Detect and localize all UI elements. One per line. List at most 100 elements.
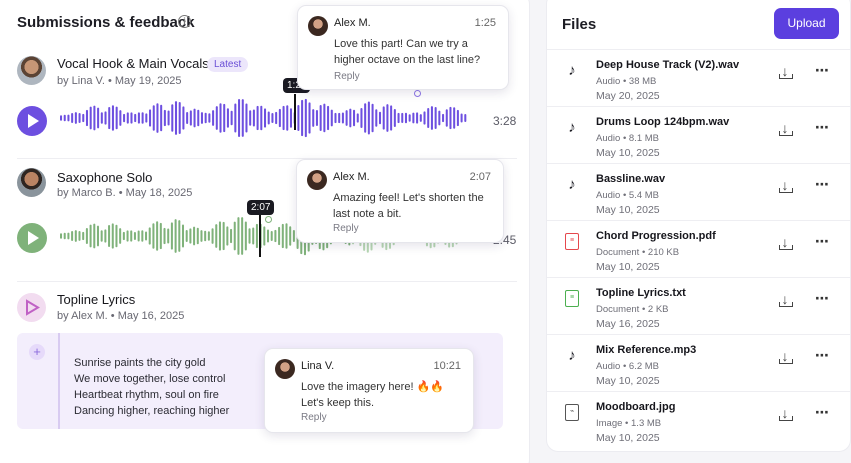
more-options-icon[interactable]: ⋯: [815, 233, 830, 250]
download-icon[interactable]: ↓: [777, 119, 793, 137]
download-icon[interactable]: ↓: [777, 290, 793, 308]
music-note-icon: ♪: [568, 119, 576, 136]
play-button[interactable]: [17, 106, 47, 136]
lyric-line: We move together, lose control: [74, 373, 226, 385]
playhead-marker: [294, 94, 296, 130]
file-row[interactable]: ≡ Topline Lyrics.txt Document • 2 KB May 16…: [547, 277, 850, 333]
file-meta: Document • 2 KB: [596, 304, 669, 315]
reply-link[interactable]: Reply: [334, 71, 360, 82]
waveform-bar: [189, 228, 192, 244]
waveform-bar: [241, 99, 244, 137]
waveform-bar: [244, 221, 247, 251]
comment-pin-icon[interactable]: [265, 216, 272, 223]
more-options-icon[interactable]: ⋯: [815, 62, 830, 79]
waveform[interactable]: [60, 96, 468, 146]
waveform-bar: [196, 227, 199, 245]
waveform-bar: [341, 112, 344, 124]
file-type: Document: [596, 304, 640, 315]
file-meta: Audio • 38 MB: [596, 76, 657, 87]
more-options-icon[interactable]: ⋯: [815, 404, 830, 421]
file-row[interactable]: ≡ Chord Progression.pdf Document • 210 KB M…: [547, 220, 850, 276]
comment-author: Alex M.: [333, 171, 370, 183]
more-options-icon[interactable]: ⋯: [815, 119, 830, 136]
plus-icon[interactable]: +: [29, 344, 45, 360]
file-row[interactable]: ♪ Bassline.wav Audio • 5.4 MB May 10, 2025 ↓…: [547, 163, 850, 219]
waveform-bar: [445, 109, 448, 127]
waveform-bar: [345, 110, 348, 126]
waveform-bar: [71, 231, 74, 241]
waveform-bar: [193, 226, 196, 246]
waveform-bar: [304, 98, 307, 138]
waveform-bar: [427, 107, 430, 129]
waveform-bar: [356, 113, 359, 123]
waveform-bar: [78, 231, 81, 241]
waveform-bar: [130, 112, 133, 124]
waveform-bar: [141, 112, 144, 124]
waveform-bar: [301, 99, 304, 137]
reply-link[interactable]: Reply: [333, 223, 359, 234]
files-title: Files: [562, 16, 597, 33]
waveform-bar: [100, 112, 103, 124]
waveform-bar: [159, 222, 162, 250]
pdf-icon: ≡: [565, 233, 579, 250]
download-icon[interactable]: ↓: [777, 62, 793, 80]
comment-card: Lina V. 10:21 Love the imagery here! 🔥🔥 …: [264, 348, 474, 433]
lyrics-bar: [58, 333, 60, 429]
file-size: 38 MB: [628, 76, 657, 87]
avatar: [17, 168, 46, 197]
waveform-bar: [197, 109, 200, 127]
waveform-bar: [371, 103, 374, 133]
download-icon[interactable]: ↓: [777, 176, 793, 194]
reply-link[interactable]: Reply: [301, 412, 327, 423]
play-button[interactable]: [17, 223, 47, 253]
waveform-bar: [185, 230, 188, 242]
files-panel: Files Upload ♪ Deep House Track (V2).wav A…: [546, 0, 851, 452]
comment-text: Love this part! Can we try a higher octa…: [334, 38, 481, 66]
playhead-marker: [259, 212, 261, 257]
waveform-bar: [397, 112, 400, 124]
waveform-bar: [211, 228, 214, 244]
file-meta: Image • 1.3 MB: [596, 418, 662, 429]
file-row[interactable]: ♪ Deep House Track (V2).wav Audio • 38 MB M…: [547, 49, 850, 105]
file-name: Moodboard.jpg: [596, 401, 676, 413]
waveform-bar: [241, 217, 244, 255]
download-icon[interactable]: ↓: [777, 233, 793, 251]
waveform-bar: [330, 109, 333, 127]
file-row[interactable]: ⌁ Moodboard.jpg Image • 1.3 MB May 10, 2025…: [547, 391, 850, 447]
submission-meta: by Alex M. • May 16, 2025: [57, 310, 185, 322]
comment-avatar: [307, 170, 327, 190]
waveform-bar: [108, 106, 111, 130]
upload-button[interactable]: Upload: [774, 8, 839, 39]
waveform-bar: [193, 108, 196, 128]
file-date: May 10, 2025: [596, 261, 660, 273]
playhead-time: 2:07: [247, 200, 275, 215]
download-icon[interactable]: ↓: [777, 404, 793, 422]
waveform-bar: [141, 230, 144, 242]
file-size: 2 KB: [647, 304, 669, 315]
more-options-icon[interactable]: ⋯: [815, 176, 830, 193]
music-note-icon: ♪: [568, 176, 576, 193]
waveform-bar: [67, 232, 70, 240]
waveform-bar: [408, 114, 411, 122]
file-name: Mix Reference.mp3: [596, 344, 697, 356]
waveform-bar: [289, 226, 292, 246]
music-note-icon: ♪: [568, 62, 576, 79]
waveform-bar: [96, 225, 99, 247]
download-icon[interactable]: ↓: [777, 347, 793, 365]
waveform-bar: [85, 227, 88, 245]
waveform-bar: [170, 222, 173, 250]
file-type: Image: [596, 418, 623, 429]
waveform-bar: [134, 113, 137, 123]
info-icon[interactable]: i: [178, 15, 191, 28]
waveform-bar: [171, 104, 174, 132]
more-options-icon[interactable]: ⋯: [815, 290, 830, 307]
waveform-bar: [219, 103, 222, 133]
waveform-bar: [89, 224, 92, 248]
waveform-bar: [115, 224, 118, 248]
waveform-bar: [119, 228, 122, 244]
submission-title: Saxophone Solo: [57, 170, 153, 185]
file-row[interactable]: ♪ Mix Reference.mp3 Audio • 6.2 MB May 10, …: [547, 334, 850, 390]
file-row[interactable]: ♪ Drums Loop 124bpm.wav Audio • 8.1 MB May …: [547, 106, 850, 162]
comment-pin-icon[interactable]: [414, 90, 421, 97]
more-options-icon[interactable]: ⋯: [815, 347, 830, 364]
